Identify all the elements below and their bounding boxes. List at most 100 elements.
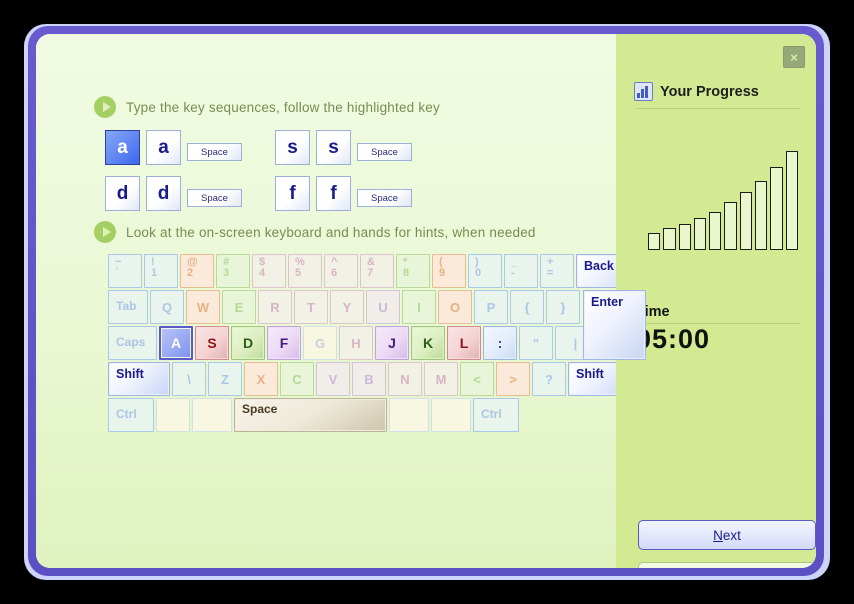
key-label: N — [400, 371, 410, 387]
key-j[interactable]: J — [375, 326, 409, 360]
seq-key-d-2[interactable]: d — [146, 176, 181, 211]
key-label: K — [422, 335, 434, 351]
key-blank[interactable]: : — [483, 326, 517, 360]
key-4[interactable]: $4 — [252, 254, 286, 288]
key-blank[interactable]: < — [460, 362, 494, 396]
key-blank[interactable]: _ - — [504, 254, 538, 288]
key-enter[interactable]: Enter — [583, 290, 646, 360]
key-5[interactable]: % 5 — [288, 254, 322, 288]
key-blank[interactable]: { — [510, 290, 544, 324]
key-label: > — [509, 371, 517, 387]
cancel-button[interactable]: Cancel — [638, 562, 816, 568]
key-o[interactable]: O — [438, 290, 472, 324]
key-s[interactable]: S — [195, 326, 229, 360]
key-tab[interactable]: Tab — [108, 290, 148, 324]
key-blank[interactable]: \ — [172, 362, 206, 396]
next-button[interactable]: Next — [638, 520, 816, 550]
key-blank[interactable]: " — [519, 326, 553, 360]
key-ctrl[interactable]: Ctrl — [473, 398, 519, 432]
key-1[interactable]: ! 1 — [144, 254, 178, 288]
key-space[interactable]: Space — [234, 398, 387, 432]
key-blank[interactable] — [431, 398, 471, 432]
progress-pane: × Your Progress Time 05:00 Next Cancel — [616, 34, 816, 568]
seq-space-f[interactable]: Space — [357, 189, 412, 207]
next-rest: ext — [722, 527, 741, 543]
key-y[interactable]: Y — [330, 290, 364, 324]
key-8[interactable]: * 8 — [396, 254, 430, 288]
onscreen-keyboard: ~ `! 1 @2 #3 $4% 5 ^ 6 & 7 * 8(9) 0 _ - + = Back Tab Q W E R T Y… — [108, 254, 646, 432]
key-a[interactable]: A — [159, 326, 193, 360]
seq-key-d-1[interactable]: d — [105, 176, 140, 211]
key-label: Y — [342, 299, 352, 315]
sequence-row-a: a a Space — [105, 130, 242, 165]
key-p[interactable]: P — [474, 290, 508, 324]
key-9[interactable]: (9 — [432, 254, 466, 288]
key-e[interactable]: E — [222, 290, 256, 324]
key-m[interactable]: M — [424, 362, 458, 396]
key-blank[interactable]: > — [496, 362, 530, 396]
key-d[interactable]: D — [231, 326, 265, 360]
key-dual-label: $4 — [259, 256, 266, 279]
close-icon[interactable]: × — [783, 46, 805, 68]
seq-key-a-2[interactable]: a — [146, 130, 181, 165]
window-inner: Type the key sequences, follow the highl… — [36, 34, 816, 568]
seq-space-s[interactable]: Space — [357, 143, 412, 161]
key-blank[interactable] — [389, 398, 429, 432]
key-blank[interactable] — [192, 398, 232, 432]
seq-space-a[interactable]: Space — [187, 143, 242, 161]
key-l[interactable]: L — [447, 326, 481, 360]
key-blank[interactable]: } — [546, 290, 580, 324]
key-caps[interactable]: Caps — [108, 326, 157, 360]
key-label: Z — [221, 371, 229, 387]
key-dual-label: @2 — [187, 256, 198, 279]
key-shift[interactable]: Shift — [108, 362, 170, 396]
seq-key-s-2[interactable]: s — [316, 130, 351, 165]
key-i[interactable]: I — [402, 290, 436, 324]
key-q[interactable]: Q — [150, 290, 184, 324]
key-x[interactable]: X — [244, 362, 278, 396]
key-blank[interactable]: ~ ` — [108, 254, 142, 288]
seq-key-f-2[interactable]: f — [316, 176, 351, 211]
key-v[interactable]: V — [316, 362, 350, 396]
progress-bar-9 — [770, 166, 783, 250]
key-label — [193, 399, 231, 431]
key-b[interactable]: B — [352, 362, 386, 396]
keyboard-row-home: Caps A S D F G H J K L: " | — [108, 326, 598, 360]
key-2[interactable]: @2 — [180, 254, 214, 288]
bar-chart-icon — [634, 82, 653, 101]
key-h[interactable]: H — [339, 326, 373, 360]
key-z[interactable]: Z — [208, 362, 242, 396]
progress-bar-5 — [709, 211, 722, 250]
key-u[interactable]: U — [366, 290, 400, 324]
key-n[interactable]: N — [388, 362, 422, 396]
progress-bar-2 — [663, 228, 676, 250]
key-label: G — [314, 335, 326, 351]
seq-space-d[interactable]: Space — [187, 189, 242, 207]
key-w[interactable]: W — [186, 290, 220, 324]
seq-key-f-1[interactable]: f — [275, 176, 310, 211]
key-label: P — [486, 299, 496, 315]
key-ctrl[interactable]: Ctrl — [108, 398, 154, 432]
key-6[interactable]: ^ 6 — [324, 254, 358, 288]
seq-key-a-1[interactable]: a — [105, 130, 140, 165]
key-3[interactable]: #3 — [216, 254, 250, 288]
key-r[interactable]: R — [258, 290, 292, 324]
key-blank[interactable]: + = — [540, 254, 574, 288]
key-k[interactable]: K — [411, 326, 445, 360]
key-c[interactable]: C — [280, 362, 314, 396]
key-dual-label: #3 — [223, 256, 230, 279]
key-t[interactable]: T — [294, 290, 328, 324]
key-blank[interactable]: ? — [532, 362, 566, 396]
seq-key-s-1[interactable]: s — [275, 130, 310, 165]
key-blank[interactable] — [156, 398, 190, 432]
key-label: Ctrl — [116, 407, 137, 421]
key-7[interactable]: & 7 — [360, 254, 394, 288]
key-dual-label: _ - — [511, 256, 518, 279]
key-label: S — [207, 335, 217, 351]
keyboard-row-zxcv: Shift \ Z X C V B N M < >? Shift — [108, 362, 634, 396]
key-f[interactable]: F — [267, 326, 301, 360]
key-0[interactable]: ) 0 — [468, 254, 502, 288]
key-label: U — [378, 299, 388, 315]
key-label: Ctrl — [481, 407, 502, 421]
key-g[interactable]: G — [303, 326, 337, 360]
